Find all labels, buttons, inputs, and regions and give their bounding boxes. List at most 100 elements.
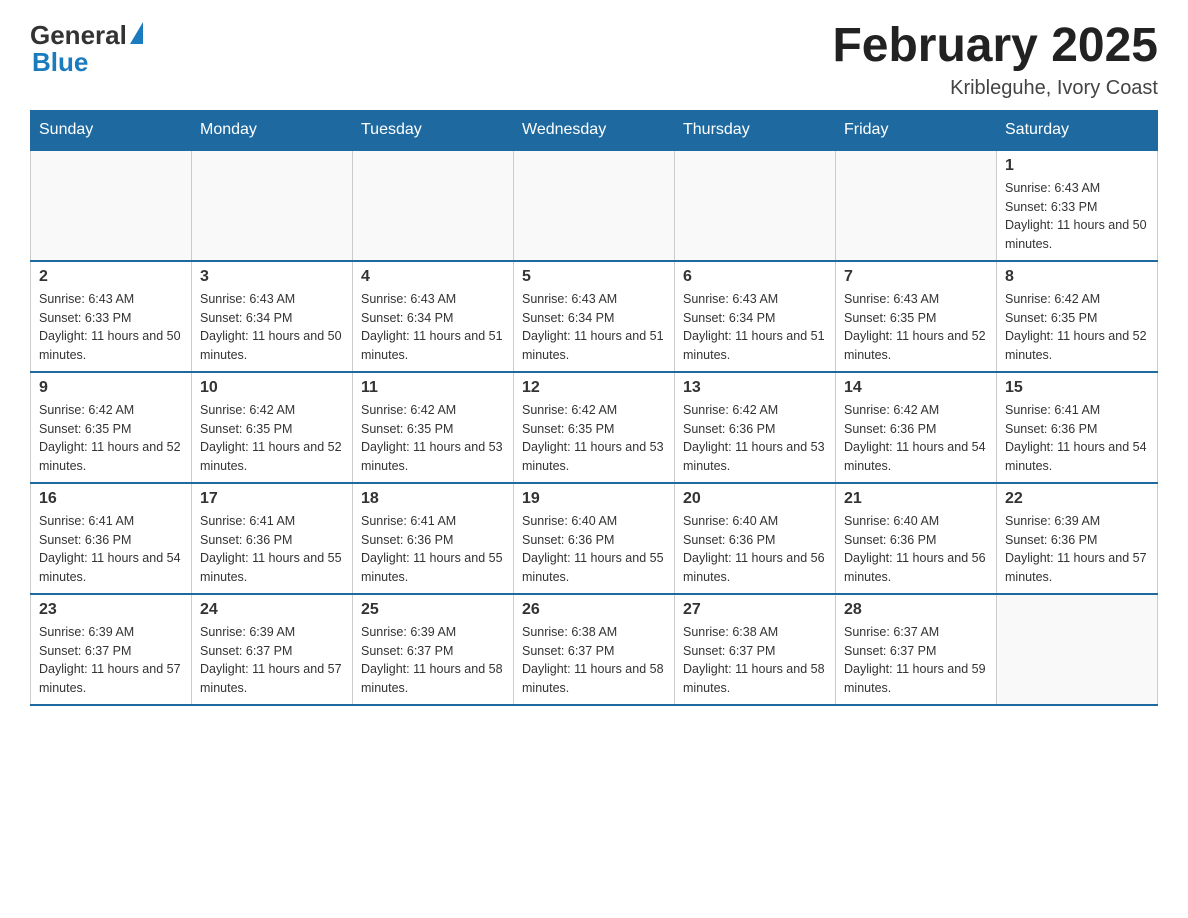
calendar-cell: 28 Sunrise: 6:37 AM Sunset: 6:37 PM Dayli… [836,594,997,705]
calendar-cell: 2 Sunrise: 6:43 AM Sunset: 6:33 PM Daylig… [31,261,192,372]
calendar-cell: 8 Sunrise: 6:42 AM Sunset: 6:35 PM Daylig… [997,261,1158,372]
month-title: February 2025 [832,20,1158,73]
calendar-cell: 27Sunrise: 6:38 AM Sunset: 6:37 PM Dayli… [675,594,836,705]
day-number: 26 [522,601,666,619]
calendar-cell: 19 Sunrise: 6:40 AM Sunset: 6:36 PM Dayli… [514,483,675,594]
day-info: Sunrise: 6:42 AM Sunset: 6:35 PM Dayligh… [39,401,183,476]
week-row-1: 1 Sunrise: 6:43 AM Sunset: 6:33 PM Daylig… [31,150,1158,261]
calendar-cell: 21 Sunrise: 6:40 AM Sunset: 6:36 PM Dayli… [836,483,997,594]
day-number: 20 [683,490,827,508]
day-number: 13 [683,379,827,397]
calendar-cell: 11 Sunrise: 6:42 AM Sunset: 6:35 PM Dayli… [353,372,514,483]
day-info: Sunrise: 6:42 AM Sunset: 6:35 PM Dayligh… [361,401,505,476]
title-area: February 2025 Kribleguhe, Ivory Coast [832,20,1158,100]
header-friday: Friday [836,110,997,150]
day-number: 9 [39,379,183,397]
day-number: 28 [844,601,988,619]
calendar-cell: 4 Sunrise: 6:43 AM Sunset: 6:34 PM Daylig… [353,261,514,372]
day-info: Sunrise: 6:42 AM Sunset: 6:35 PM Dayligh… [522,401,666,476]
day-info: Sunrise: 6:43 AM Sunset: 6:34 PM Dayligh… [522,290,666,365]
calendar-cell: 12 Sunrise: 6:42 AM Sunset: 6:35 PM Dayli… [514,372,675,483]
day-number: 24 [200,601,344,619]
day-info: Sunrise: 6:43 AM Sunset: 6:34 PM Dayligh… [200,290,344,365]
calendar-cell [192,150,353,261]
day-info: Sunrise: 6:43 AM Sunset: 6:34 PM Dayligh… [361,290,505,365]
calendar-cell: 13 Sunrise: 6:42 AM Sunset: 6:36 PM Dayli… [675,372,836,483]
day-number: 19 [522,490,666,508]
day-info: Sunrise: 6:41 AM Sunset: 6:36 PM Dayligh… [39,512,183,587]
day-info: Sunrise: 6:43 AM Sunset: 6:33 PM Dayligh… [39,290,183,365]
day-info: Sunrise: 6:40 AM Sunset: 6:36 PM Dayligh… [683,512,827,587]
day-number: 15 [1005,379,1149,397]
day-number: 4 [361,268,505,286]
day-info: Sunrise: 6:41 AM Sunset: 6:36 PM Dayligh… [361,512,505,587]
calendar-cell: 17 Sunrise: 6:41 AM Sunset: 6:36 PM Dayli… [192,483,353,594]
day-info: Sunrise: 6:40 AM Sunset: 6:36 PM Dayligh… [522,512,666,587]
calendar-cell: 25 Sunrise: 6:39 AM Sunset: 6:37 PM Dayli… [353,594,514,705]
calendar-cell [353,150,514,261]
calendar-cell: 7 Sunrise: 6:43 AM Sunset: 6:35 PM Daylig… [836,261,997,372]
calendar-cell: 22 Sunrise: 6:39 AM Sunset: 6:36 PM Dayli… [997,483,1158,594]
header-sunday: Sunday [31,110,192,150]
calendar-cell [997,594,1158,705]
day-info: Sunrise: 6:41 AM Sunset: 6:36 PM Dayligh… [1005,401,1149,476]
header-saturday: Saturday [997,110,1158,150]
day-info: Sunrise: 6:43 AM Sunset: 6:34 PM Dayligh… [683,290,827,365]
day-info: Sunrise: 6:39 AM Sunset: 6:36 PM Dayligh… [1005,512,1149,587]
week-row-2: 2 Sunrise: 6:43 AM Sunset: 6:33 PM Daylig… [31,261,1158,372]
day-number: 1 [1005,157,1149,175]
calendar-cell: 3 Sunrise: 6:43 AM Sunset: 6:34 PM Daylig… [192,261,353,372]
calendar-cell: 24Sunrise: 6:39 AM Sunset: 6:37 PM Dayli… [192,594,353,705]
day-number: 8 [1005,268,1149,286]
week-row-4: 16 Sunrise: 6:41 AM Sunset: 6:36 PM Dayli… [31,483,1158,594]
day-number: 5 [522,268,666,286]
calendar-cell: 20 Sunrise: 6:40 AM Sunset: 6:36 PM Dayli… [675,483,836,594]
day-number: 11 [361,379,505,397]
day-info: Sunrise: 6:40 AM Sunset: 6:36 PM Dayligh… [844,512,988,587]
week-row-5: 23Sunrise: 6:39 AM Sunset: 6:37 PM Dayli… [31,594,1158,705]
weekday-header-row: SundayMondayTuesdayWednesdayThursdayFrid… [31,110,1158,150]
week-row-3: 9 Sunrise: 6:42 AM Sunset: 6:35 PM Daylig… [31,372,1158,483]
day-number: 21 [844,490,988,508]
day-number: 25 [361,601,505,619]
calendar-cell: 9 Sunrise: 6:42 AM Sunset: 6:35 PM Daylig… [31,372,192,483]
logo-triangle-icon [130,22,143,44]
day-info: Sunrise: 6:42 AM Sunset: 6:35 PM Dayligh… [1005,290,1149,365]
day-number: 6 [683,268,827,286]
calendar-table: SundayMondayTuesdayWednesdayThursdayFrid… [30,110,1158,706]
day-number: 10 [200,379,344,397]
header-monday: Monday [192,110,353,150]
calendar-cell: 10 Sunrise: 6:42 AM Sunset: 6:35 PM Dayli… [192,372,353,483]
day-info: Sunrise: 6:38 AM Sunset: 6:37 PM Dayligh… [683,623,827,698]
day-number: 2 [39,268,183,286]
header-tuesday: Tuesday [353,110,514,150]
day-number: 7 [844,268,988,286]
calendar-cell: 23Sunrise: 6:39 AM Sunset: 6:37 PM Dayli… [31,594,192,705]
page-header: General Blue February 2025 Kribleguhe, I… [30,20,1158,100]
day-number: 14 [844,379,988,397]
day-info: Sunrise: 6:42 AM Sunset: 6:36 PM Dayligh… [844,401,988,476]
day-info: Sunrise: 6:41 AM Sunset: 6:36 PM Dayligh… [200,512,344,587]
location: Kribleguhe, Ivory Coast [832,77,1158,100]
day-info: Sunrise: 6:43 AM Sunset: 6:33 PM Dayligh… [1005,179,1149,254]
logo: General Blue [30,20,143,78]
calendar-cell: 16 Sunrise: 6:41 AM Sunset: 6:36 PM Dayli… [31,483,192,594]
day-info: Sunrise: 6:39 AM Sunset: 6:37 PM Dayligh… [361,623,505,698]
calendar-cell: 5 Sunrise: 6:43 AM Sunset: 6:34 PM Daylig… [514,261,675,372]
calendar-cell: 26Sunrise: 6:38 AM Sunset: 6:37 PM Dayli… [514,594,675,705]
header-thursday: Thursday [675,110,836,150]
calendar-cell: 15 Sunrise: 6:41 AM Sunset: 6:36 PM Dayli… [997,372,1158,483]
day-number: 17 [200,490,344,508]
day-number: 12 [522,379,666,397]
day-info: Sunrise: 6:42 AM Sunset: 6:35 PM Dayligh… [200,401,344,476]
day-number: 16 [39,490,183,508]
calendar-cell: 6 Sunrise: 6:43 AM Sunset: 6:34 PM Daylig… [675,261,836,372]
calendar-cell [675,150,836,261]
day-info: Sunrise: 6:43 AM Sunset: 6:35 PM Dayligh… [844,290,988,365]
day-info: Sunrise: 6:42 AM Sunset: 6:36 PM Dayligh… [683,401,827,476]
calendar-cell [836,150,997,261]
day-number: 22 [1005,490,1149,508]
calendar-cell [31,150,192,261]
day-info: Sunrise: 6:37 AM Sunset: 6:37 PM Dayligh… [844,623,988,698]
day-number: 3 [200,268,344,286]
